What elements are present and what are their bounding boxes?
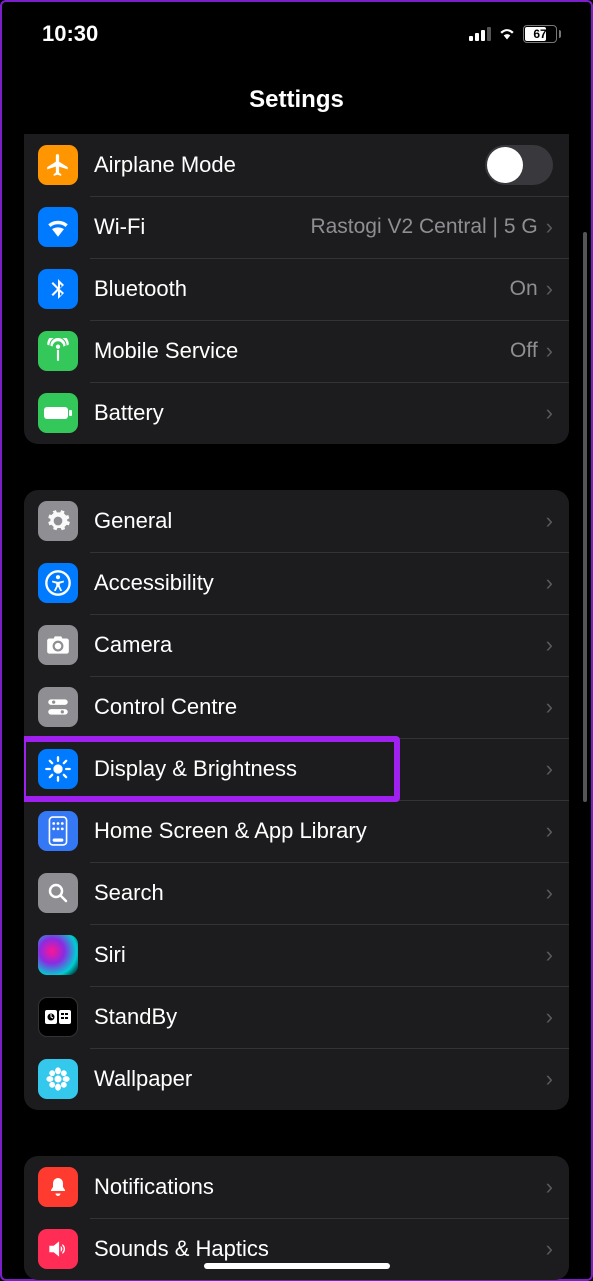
standby-label: StandBy: [94, 1004, 546, 1030]
mobile-value: Off: [510, 339, 538, 363]
status-bar: 10:30 67: [2, 2, 591, 62]
row-notifications[interactable]: Notifications ›: [24, 1156, 569, 1218]
brightness-icon: [38, 749, 78, 789]
cellular-signal-icon: [469, 27, 491, 41]
row-battery[interactable]: Battery ›: [24, 382, 569, 444]
settings-group-connectivity: Airplane Mode Wi-Fi Rastogi V2 Central |…: [24, 134, 569, 444]
status-time: 10:30: [42, 21, 98, 47]
home-screen-icon: [38, 811, 78, 851]
page-title: Settings: [2, 86, 591, 114]
mobile-label: Mobile Service: [94, 338, 510, 364]
row-mobile-service[interactable]: Mobile Service Off ›: [24, 320, 569, 382]
accessibility-label: Accessibility: [94, 570, 546, 596]
siri-icon: [38, 935, 78, 975]
row-airplane-mode[interactable]: Airplane Mode: [24, 134, 569, 196]
wifi-value: Rastogi V2 Central | 5 G: [310, 215, 537, 239]
bluetooth-value: On: [510, 277, 538, 301]
accessibility-icon: [38, 563, 78, 603]
row-control-centre[interactable]: Control Centre ›: [24, 676, 569, 738]
chevron-icon: ›: [546, 338, 553, 364]
row-wallpaper[interactable]: Wallpaper ›: [24, 1048, 569, 1110]
battery-label: Battery: [94, 400, 546, 426]
display-brightness-label: Display & Brightness: [94, 756, 546, 782]
bluetooth-icon: [38, 269, 78, 309]
airplane-label: Airplane Mode: [94, 152, 485, 178]
chevron-icon: ›: [546, 400, 553, 426]
chevron-icon: ›: [546, 694, 553, 720]
wifi-signal-icon: [497, 24, 517, 45]
search-label: Search: [94, 880, 546, 906]
scroll-indicator[interactable]: [583, 232, 587, 802]
gear-icon: [38, 501, 78, 541]
notifications-label: Notifications: [94, 1174, 546, 1200]
control-centre-icon: [38, 687, 78, 727]
chevron-icon: ›: [546, 570, 553, 596]
settings-group-notifications: Notifications › Sounds & Haptics ›: [24, 1156, 569, 1280]
camera-icon: [38, 625, 78, 665]
chevron-icon: ›: [546, 756, 553, 782]
chevron-icon: ›: [546, 508, 553, 534]
control-centre-label: Control Centre: [94, 694, 546, 720]
notifications-icon: [38, 1167, 78, 1207]
antenna-icon: [38, 331, 78, 371]
row-bluetooth[interactable]: Bluetooth On ›: [24, 258, 569, 320]
row-sounds-haptics[interactable]: Sounds & Haptics ›: [24, 1218, 569, 1280]
search-icon: [38, 873, 78, 913]
home-screen-label: Home Screen & App Library: [94, 818, 546, 844]
row-accessibility[interactable]: Accessibility ›: [24, 552, 569, 614]
row-standby[interactable]: StandBy ›: [24, 986, 569, 1048]
sounds-icon: [38, 1229, 78, 1269]
chevron-icon: ›: [546, 942, 553, 968]
wallpaper-label: Wallpaper: [94, 1066, 546, 1092]
bluetooth-label: Bluetooth: [94, 276, 510, 302]
chevron-icon: ›: [546, 214, 553, 240]
row-wifi[interactable]: Wi-Fi Rastogi V2 Central | 5 G ›: [24, 196, 569, 258]
battery-indicator: 67: [523, 25, 561, 43]
chevron-icon: ›: [546, 1236, 553, 1262]
page-header: Settings: [2, 62, 591, 134]
chevron-icon: ›: [546, 1174, 553, 1200]
home-indicator[interactable]: [204, 1263, 390, 1269]
airplane-toggle[interactable]: [485, 145, 553, 185]
row-siri[interactable]: Siri ›: [24, 924, 569, 986]
chevron-icon: ›: [546, 632, 553, 658]
row-home-screen[interactable]: Home Screen & App Library ›: [24, 800, 569, 862]
row-camera[interactable]: Camera ›: [24, 614, 569, 676]
chevron-icon: ›: [546, 276, 553, 302]
settings-group-general: General › Accessibility › Camera › Contr…: [24, 490, 569, 1110]
battery-icon: [38, 393, 78, 433]
status-indicators: 67: [469, 24, 561, 45]
camera-label: Camera: [94, 632, 546, 658]
chevron-icon: ›: [546, 1004, 553, 1030]
chevron-icon: ›: [546, 818, 553, 844]
row-general[interactable]: General ›: [24, 490, 569, 552]
chevron-icon: ›: [546, 1066, 553, 1092]
wallpaper-icon: [38, 1059, 78, 1099]
chevron-icon: ›: [546, 880, 553, 906]
wifi-icon: [38, 207, 78, 247]
wifi-label: Wi-Fi: [94, 214, 310, 240]
standby-icon: [38, 997, 78, 1037]
general-label: General: [94, 508, 546, 534]
sounds-label: Sounds & Haptics: [94, 1236, 546, 1262]
airplane-icon: [38, 145, 78, 185]
row-display-brightness[interactable]: Display & Brightness ›: [24, 738, 569, 800]
row-search[interactable]: Search ›: [24, 862, 569, 924]
siri-label: Siri: [94, 942, 546, 968]
